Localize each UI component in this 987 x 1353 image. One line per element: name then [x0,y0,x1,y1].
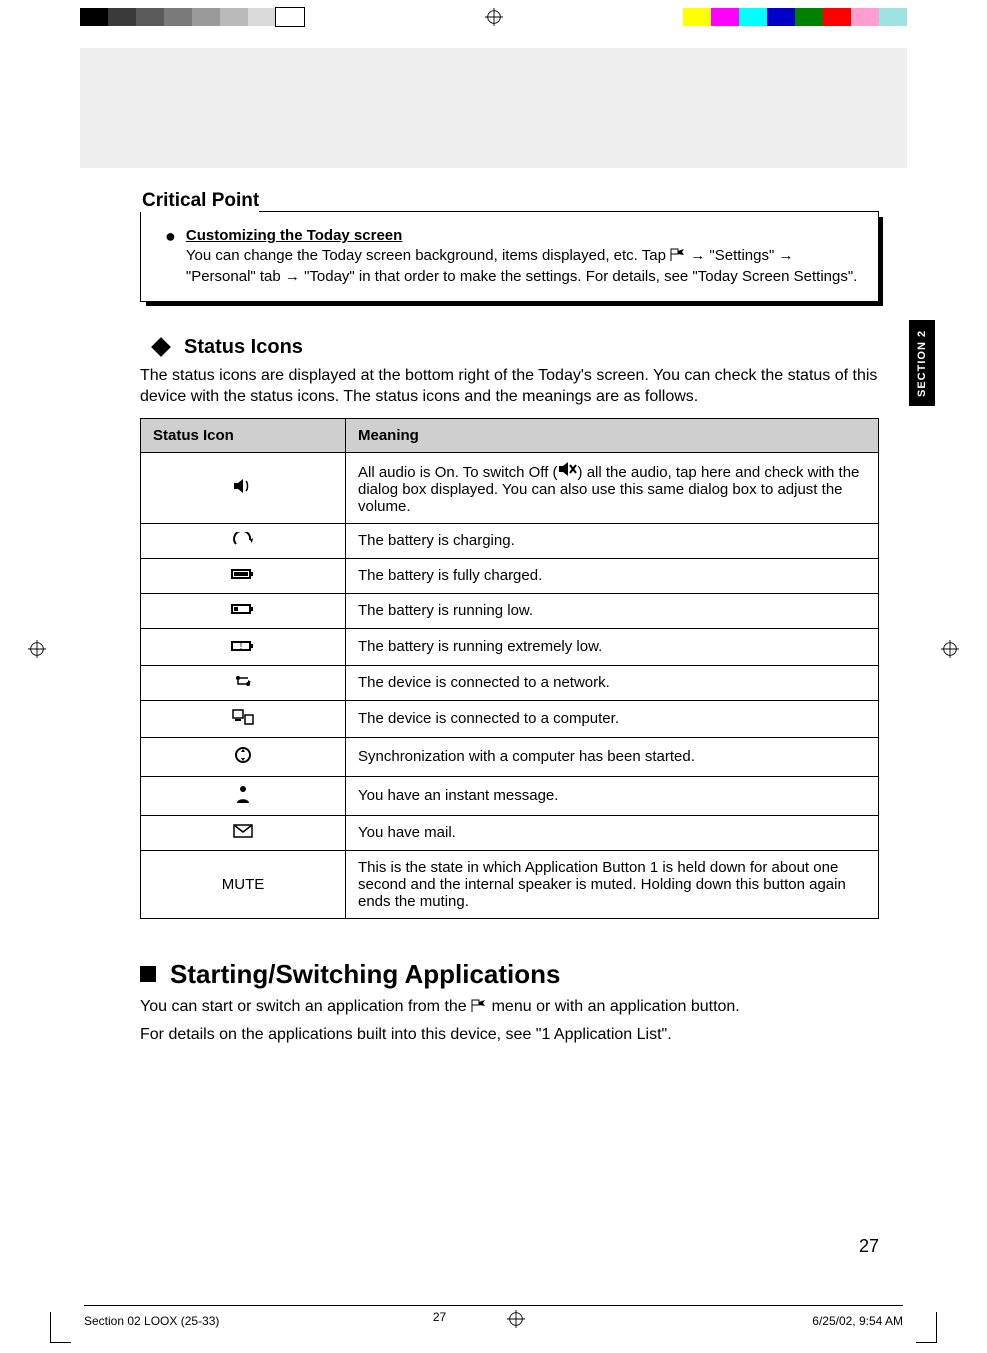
slug-page: 27 [433,1310,446,1324]
color-swatch [248,8,276,26]
color-swatch [711,8,739,26]
section-tab: SECTION 2 [909,320,935,406]
color-swatch [739,8,767,26]
table-row: You have an instant message. [141,776,879,815]
square-bullet-icon [140,966,156,982]
color-swatch [851,8,879,26]
critical-point-text: You can change the Today screen backgrou… [186,247,857,284]
color-swatch [276,8,304,26]
start-flag-icon [670,248,686,262]
starting-heading: Starting/Switching Applications [170,959,561,990]
col-header-meaning: Meaning [346,418,879,452]
color-swatch [879,8,907,26]
status-meaning: The battery is running extremely low. [346,628,879,665]
status-icons-heading: Status Icons [184,336,303,359]
bullet-icon: ● [165,226,176,246]
speaker-on-icon [141,452,346,523]
start-flag-icon [471,998,487,1012]
status-icons-table: Status Icon Meaning All audio is On. To … [140,418,879,919]
table-row: Synchronization with a computer has been… [141,737,879,776]
sync-icon [141,737,346,776]
status-meaning: You have mail. [346,815,879,850]
page-number: 27 [859,1236,879,1257]
color-swatch [164,8,192,26]
mail-icon [141,815,346,850]
color-swatch [823,8,851,26]
crop-mark-icon [916,1312,937,1343]
status-meaning: All audio is On. To switch Off () all th… [346,452,879,523]
printer-color-bar [80,6,907,28]
table-row: The battery is charging. [141,523,879,558]
diamond-bullet-icon [151,337,171,357]
crop-mark-icon [50,1312,71,1343]
battery-very-low-icon: ! [141,628,346,665]
battery-low-icon [141,593,346,628]
color-swatch [80,8,108,26]
svg-text:!: ! [240,641,243,651]
color-swatch [136,8,164,26]
registration-mark-icon [941,640,959,658]
header-band [80,48,907,168]
table-row: MUTEThis is the state in which Applicati… [141,850,879,918]
battery-charging-icon [141,523,346,558]
color-swatch [795,8,823,26]
slug-right: 6/25/02, 9:54 AM [812,1314,903,1328]
text-fragment: You can change the Today screen backgrou… [186,247,670,264]
network-icon [141,665,346,700]
print-slug: Section 02 LOOX (25-33) 27 6/25/02, 9:54… [84,1305,903,1331]
registration-mark-icon [485,8,503,26]
status-meaning: The device is connected to a network. [346,665,879,700]
critical-point-title: Critical Point [140,190,259,212]
table-row: The device is connected to a computer. [141,700,879,737]
critical-point-subheading: Customizing the Today screen [186,226,860,246]
table-row: ! The battery is running extremely low. [141,628,879,665]
connected-pc-icon [141,700,346,737]
text-fragment: menu or with an application button. [492,998,740,1015]
status-meaning: The device is connected to a computer. [346,700,879,737]
status-meaning: The battery is fully charged. [346,558,879,593]
starting-para-2: For details on the applications built in… [140,1024,879,1046]
color-swatch [192,8,220,26]
status-meaning: You have an instant message. [346,776,879,815]
status-meaning: This is the state in which Application B… [346,850,879,918]
table-row: The device is connected to a network. [141,665,879,700]
color-swatch [108,8,136,26]
status-icon-text: MUTE [141,850,346,918]
im-icon [141,776,346,815]
registration-mark-icon [507,1310,525,1328]
starting-para-1: You can start or switch an application f… [140,996,879,1018]
status-meaning: The battery is running low. [346,593,879,628]
table-row: All audio is On. To switch Off () all th… [141,452,879,523]
table-row: You have mail. [141,815,879,850]
col-header-icon: Status Icon [141,418,346,452]
slug-left: Section 02 LOOX (25-33) [84,1314,219,1328]
color-swatch [220,8,248,26]
status-meaning: Synchronization with a computer has been… [346,737,879,776]
registration-mark-icon [28,640,46,658]
table-row: The battery is fully charged. [141,558,879,593]
status-icons-intro: The status icons are displayed at the bo… [140,365,879,408]
battery-full-icon [141,558,346,593]
status-meaning: The battery is charging. [346,523,879,558]
color-swatch [683,8,711,26]
color-swatch [767,8,795,26]
critical-point-box: ● Customizing the Today screen You can c… [140,211,879,302]
text-fragment: You can start or switch an application f… [140,998,471,1015]
speaker-off-icon [558,461,578,481]
table-row: The battery is running low. [141,593,879,628]
